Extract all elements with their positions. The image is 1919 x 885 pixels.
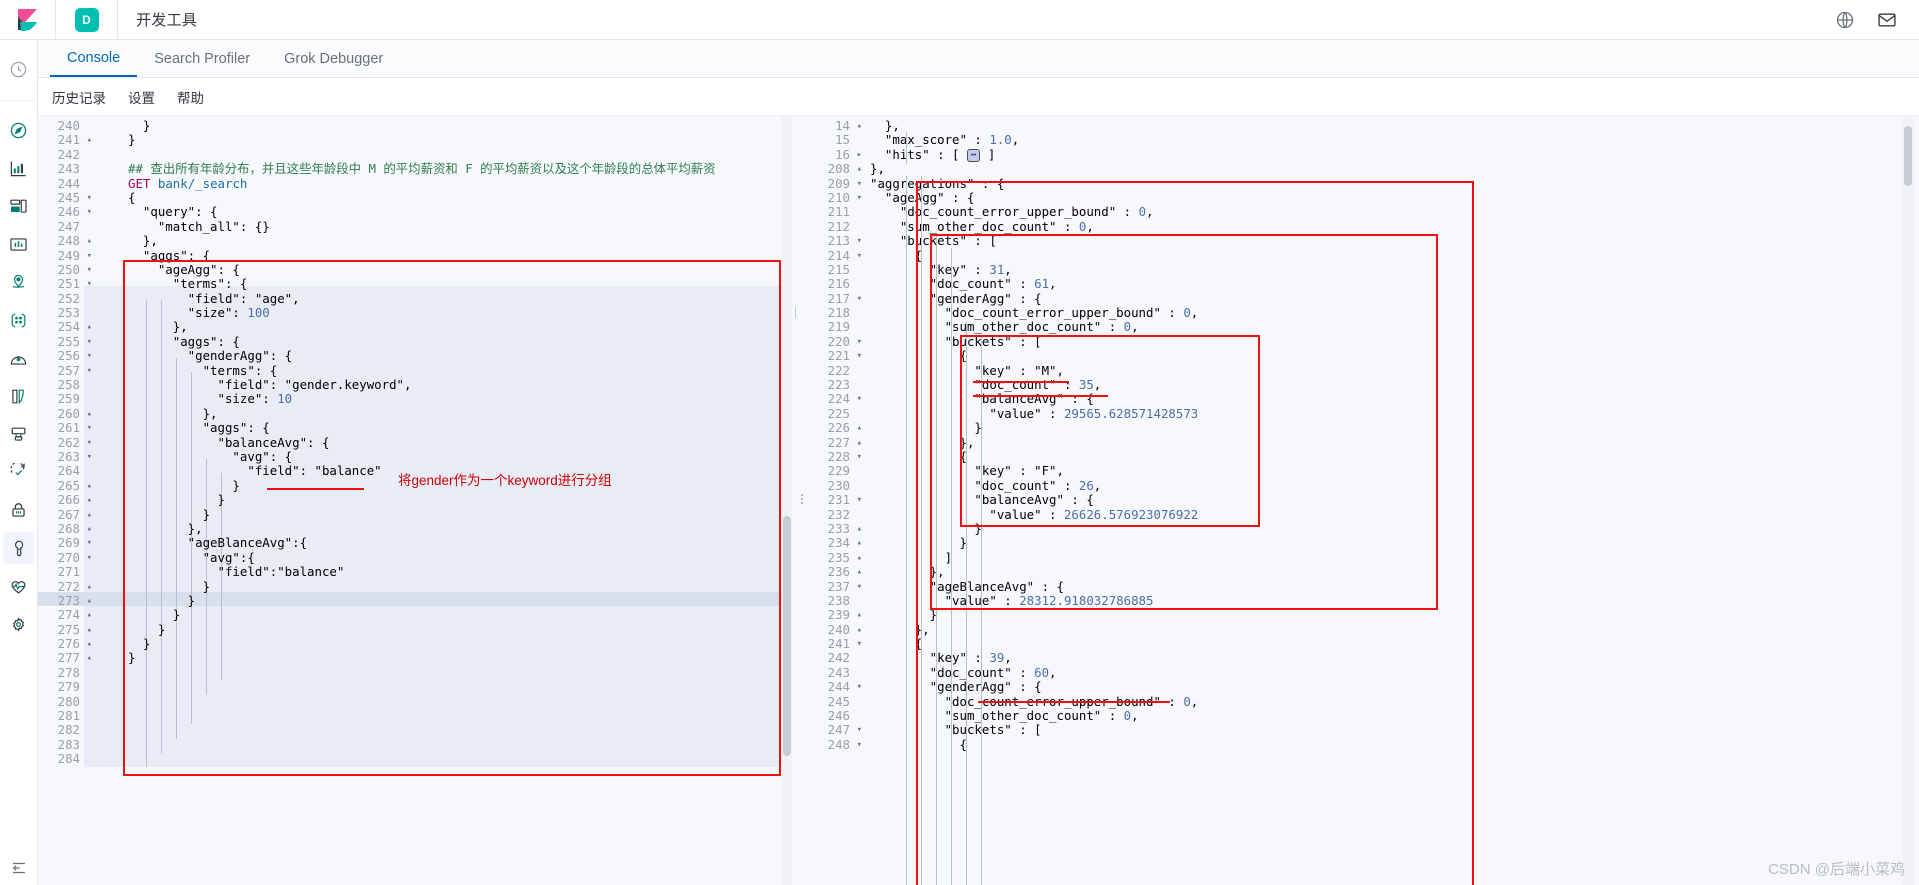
tab-grok-debugger[interactable]: Grok Debugger bbox=[267, 40, 400, 77]
request-editor-pane[interactable]: 240 241 ▴ 242 243 244 245 ▾ 246 ▾ 247 248 ▴ 249 ▾ 250 ▾ 2… bbox=[38, 116, 796, 885]
gear-icon bbox=[12, 616, 25, 632]
sidebar-item-recently-viewed[interactable] bbox=[0, 52, 37, 86]
wrench-icon bbox=[15, 540, 24, 556]
editor-scrollbar[interactable] bbox=[783, 516, 791, 756]
submenu-history[interactable]: 历史记录 bbox=[52, 87, 106, 107]
kibana-dev-tools-window: D 开发工具 Console Search Profiler Grok Debu… bbox=[0, 0, 1919, 885]
sidebar-item-monitoring[interactable] bbox=[0, 569, 37, 603]
editor-scroll-track[interactable] bbox=[782, 116, 792, 885]
submenu-settings[interactable]: 设置 bbox=[128, 87, 155, 107]
tab-search-profiler[interactable]: Search Profiler bbox=[137, 40, 267, 77]
map-marker-icon bbox=[12, 274, 25, 288]
app-header: D 开发工具 bbox=[0, 0, 1919, 40]
sidebar-item-uptime[interactable] bbox=[0, 455, 37, 489]
bar-chart-icon bbox=[10, 160, 26, 176]
sidebar-item-canvas[interactable] bbox=[0, 227, 37, 261]
heart-pulse-icon bbox=[11, 580, 26, 594]
annotation-underline-age-balance-avg bbox=[978, 701, 1170, 703]
apm-icon bbox=[11, 427, 26, 441]
sidebar-item-maps[interactable] bbox=[0, 265, 37, 299]
uptime-icon bbox=[10, 462, 25, 475]
mail-icon[interactable] bbox=[1877, 10, 1897, 30]
rail-group-apps bbox=[0, 101, 37, 655]
annotation-text-gender-keyword: 将gender作为一个keyword进行分组 bbox=[398, 473, 612, 488]
tab-console[interactable]: Console bbox=[50, 40, 138, 77]
lock-icon bbox=[12, 502, 25, 517]
response-pane[interactable]: 14 ▴ 15 16 ▸ 208 ▴ 209 ▾ 210 ▾ 211 212 213 ▾ 214 ▾ 215 216… bbox=[808, 116, 1919, 885]
console-submenu: 历史记录 设置 帮助 bbox=[38, 78, 1919, 116]
sidebar-item-logs[interactable] bbox=[0, 379, 37, 413]
sidebar-item-discover[interactable] bbox=[0, 113, 37, 147]
sidebar-item-siem[interactable] bbox=[0, 493, 37, 527]
rail-collapse-button[interactable] bbox=[0, 859, 38, 877]
primary-nav-rail bbox=[0, 40, 38, 885]
sidebar-item-visualize[interactable] bbox=[0, 151, 37, 185]
rail-group-recent bbox=[0, 40, 37, 101]
annotation-underline-key-31 bbox=[973, 381, 1069, 383]
console-tabs: Console Search Profiler Grok Debugger bbox=[38, 40, 1919, 78]
sidebar-item-apm[interactable] bbox=[0, 417, 37, 451]
sidebar-item-dev-tools[interactable] bbox=[0, 531, 37, 565]
machine-learning-icon bbox=[11, 313, 26, 327]
globe-icon[interactable] bbox=[1835, 10, 1855, 30]
deployment-switcher[interactable]: D bbox=[56, 0, 118, 40]
sidebar-item-infrastructure[interactable] bbox=[0, 341, 37, 375]
pane-splitter[interactable] bbox=[796, 116, 808, 885]
header-actions bbox=[1835, 10, 1919, 30]
annotation-underline-gender-keyword bbox=[267, 488, 364, 490]
sidebar-item-dashboard[interactable] bbox=[0, 189, 37, 223]
page-title: 开发工具 bbox=[136, 12, 198, 29]
logs-icon bbox=[12, 389, 24, 404]
sidebar-item-management[interactable] bbox=[0, 607, 37, 641]
dashboard-icon bbox=[10, 199, 27, 213]
editor-line-numbers: 240 241 ▴ 242 243 244 245 ▾ 246 ▾ 247 248 ▴ 249 ▾ 250 ▾ 2… bbox=[57, 118, 92, 767]
infrastructure-icon bbox=[10, 355, 27, 365]
watermark: CSDN @后端小菜鸡 bbox=[1768, 861, 1905, 878]
kibana-logo-icon bbox=[17, 8, 37, 31]
splitter-grip-icon bbox=[801, 493, 803, 508]
response-code: }, "max_score" : 1.0, "hits" : [ ↔ ]}, "a… bbox=[870, 118, 1199, 752]
kibana-logo[interactable] bbox=[0, 0, 56, 40]
compass-icon bbox=[10, 122, 27, 138]
response-scrollbar[interactable] bbox=[1904, 126, 1912, 186]
annotation-underline-doc-count-61 bbox=[973, 395, 1108, 397]
clock-icon bbox=[10, 61, 27, 77]
response-line-numbers: 14 ▴ 15 16 ▸ 208 ▴ 209 ▾ 210 ▾ 211 212 213 ▾ 214 ▾ 215 216… bbox=[827, 118, 862, 752]
response-scroll-track[interactable] bbox=[1903, 116, 1913, 885]
console-body: 240 241 ▴ 242 243 244 245 ▾ 246 ▾ 247 248 ▴ 249 ▾ 250 ▾ 2… bbox=[38, 116, 1919, 885]
collapse-icon bbox=[12, 862, 25, 874]
sidebar-item-machine-learning[interactable] bbox=[0, 303, 37, 337]
deployment-initial-badge: D bbox=[74, 7, 99, 32]
editor-code[interactable]: }} ## 查出所有年龄分布，并且这些年龄段中 M 的平均薪资和 F 的平均薪资以… bbox=[128, 118, 716, 767]
submenu-help[interactable]: 帮助 bbox=[177, 87, 204, 107]
canvas-icon bbox=[10, 237, 27, 251]
